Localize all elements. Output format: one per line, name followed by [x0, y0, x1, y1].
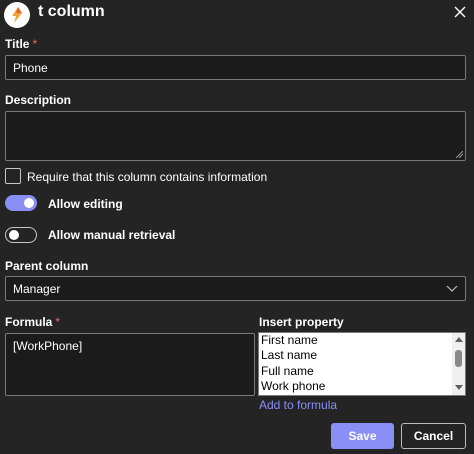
- insert-property-listbox[interactable]: First name Last name Full name Work phon…: [258, 332, 466, 396]
- list-item[interactable]: First name: [261, 333, 318, 348]
- toggle-knob: [9, 230, 19, 240]
- dialog-title: t column: [38, 3, 105, 20]
- parent-column-selected: Manager: [13, 281, 61, 296]
- formula-textarea[interactable]: [WorkPhone]: [5, 333, 255, 396]
- required-mark: *: [55, 315, 61, 329]
- require-checkbox[interactable]: [5, 168, 21, 184]
- parent-column-dropdown[interactable]: Manager: [5, 276, 466, 301]
- list-item[interactable]: Work phone: [261, 379, 325, 394]
- toggle-knob: [24, 198, 34, 208]
- description-textarea[interactable]: [5, 111, 466, 161]
- allow-manual-retrieval-label: Allow manual retrieval: [48, 228, 176, 242]
- scroll-up-arrow-icon[interactable]: [455, 337, 463, 342]
- required-mark: *: [32, 37, 38, 51]
- title-input-value: Phone: [13, 60, 48, 75]
- formula-label: Formula *: [5, 315, 60, 329]
- app-logo-icon: [4, 2, 30, 28]
- chevron-down-icon: [446, 285, 458, 292]
- description-label: Description: [5, 93, 72, 107]
- allow-editing-toggle[interactable]: [5, 195, 37, 211]
- require-checkbox-label: Require that this column contains inform…: [27, 170, 268, 184]
- scroll-down-arrow-icon[interactable]: [455, 385, 463, 390]
- resize-handle-icon[interactable]: [456, 151, 463, 158]
- formula-label-text: Formula: [5, 315, 53, 329]
- title-label: Title *: [5, 37, 37, 51]
- title-label-text: Title: [5, 37, 30, 51]
- allow-manual-retrieval-toggle[interactable]: [5, 227, 37, 243]
- list-item[interactable]: Last name: [261, 348, 317, 363]
- formula-value: [WorkPhone]: [13, 339, 83, 353]
- listbox-scrollbar[interactable]: [452, 333, 465, 395]
- save-button[interactable]: Save: [331, 423, 394, 449]
- parent-column-label: Parent column: [5, 259, 89, 273]
- scrollbar-thumb[interactable]: [455, 350, 462, 367]
- list-item[interactable]: Full name: [261, 364, 314, 379]
- cancel-button[interactable]: Cancel: [401, 423, 466, 449]
- close-icon[interactable]: [452, 4, 468, 20]
- add-to-formula-link[interactable]: Add to formula: [259, 398, 337, 412]
- allow-editing-label: Allow editing: [48, 197, 123, 211]
- title-input[interactable]: Phone: [5, 55, 466, 80]
- insert-property-label: Insert property: [259, 315, 344, 329]
